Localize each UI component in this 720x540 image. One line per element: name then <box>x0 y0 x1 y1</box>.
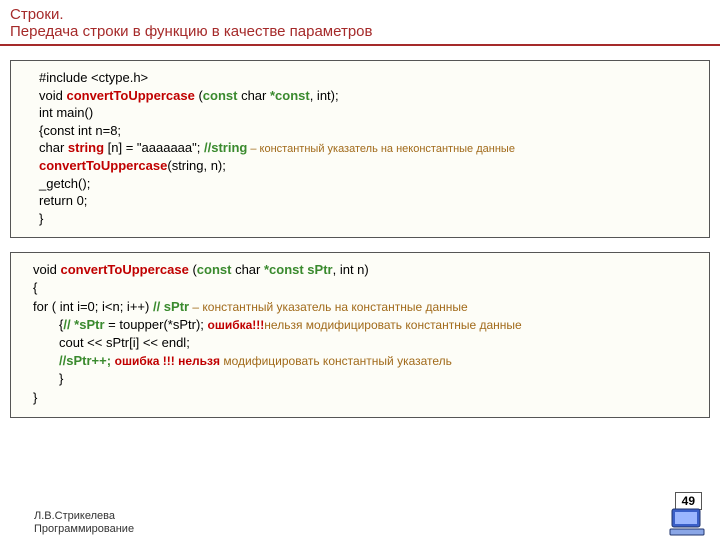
keyword-const: *const <box>270 88 310 103</box>
slide-title: Строки. Передача строки в функцию в каче… <box>0 0 720 46</box>
code-text: ( <box>189 262 197 277</box>
comment-head: // *sPtr <box>63 317 104 332</box>
comment-head: //string <box>204 140 247 155</box>
computer-icon <box>668 507 706 540</box>
code-brace: } <box>59 371 63 386</box>
footer-author: Л.В.Стрикелева <box>34 510 134 523</box>
var-name: string <box>68 140 104 155</box>
keyword-const: const <box>197 262 232 277</box>
code-block-2: void convertToUppercase (const char *con… <box>10 252 710 418</box>
error-label: ошибка!!! <box>208 318 265 332</box>
code-brace: } <box>33 390 37 405</box>
code-text: char <box>237 88 270 103</box>
comment-head: //sPtr++; <box>59 353 115 368</box>
code-line: _getch(); <box>39 176 90 191</box>
code-line: #include <ctype.h> <box>39 70 148 85</box>
code-line: {const int n=8; <box>39 123 121 138</box>
code-text: (string, n); <box>167 158 226 173</box>
code-text: char <box>39 140 68 155</box>
func-call: convertToUppercase <box>39 158 167 173</box>
code-text: void <box>39 88 66 103</box>
func-name: convertToUppercase <box>66 88 194 103</box>
param-const: *const sPtr <box>264 262 333 277</box>
code-text: ( <box>195 88 203 103</box>
code-line: int main() <box>39 105 93 120</box>
code-text: = toupper(*sPtr); <box>105 317 208 332</box>
comment-text: – константный указатель на неконстантные… <box>247 143 515 155</box>
title-line-1: Строки. <box>10 6 710 23</box>
code-text: , int n) <box>333 262 369 277</box>
title-line-2: Передача строки в функцию в качестве пар… <box>10 23 710 40</box>
code-line: return 0; <box>39 193 87 208</box>
code-line: cout << sPtr[i] << endl; <box>59 335 190 350</box>
code-text: , int); <box>310 88 339 103</box>
code-line: { <box>33 280 37 295</box>
code-text: for ( int i=0; i<n; i++) <box>33 299 153 314</box>
func-name: convertToUppercase <box>60 262 188 277</box>
comment-text: нельзя модифицировать константные данные <box>264 318 521 332</box>
code-text: void <box>33 262 60 277</box>
footer-course: Программирование <box>34 523 134 536</box>
footer: Л.В.Стрикелева Программирование <box>34 510 134 536</box>
error-label: ошибка !!! нельзя <box>115 354 220 368</box>
code-text: char <box>231 262 264 277</box>
keyword-const: const <box>203 88 238 103</box>
comment-head: // sPtr <box>153 299 189 314</box>
code-block-1: #include <ctype.h> void convertToUpperca… <box>10 60 710 238</box>
code-line: } <box>39 211 43 226</box>
comment-text: – константный указатель на константные д… <box>189 300 468 314</box>
comment-text: модифицировать константный указатель <box>220 354 452 368</box>
code-text: [n] = "aaaaaaa"; <box>104 140 204 155</box>
